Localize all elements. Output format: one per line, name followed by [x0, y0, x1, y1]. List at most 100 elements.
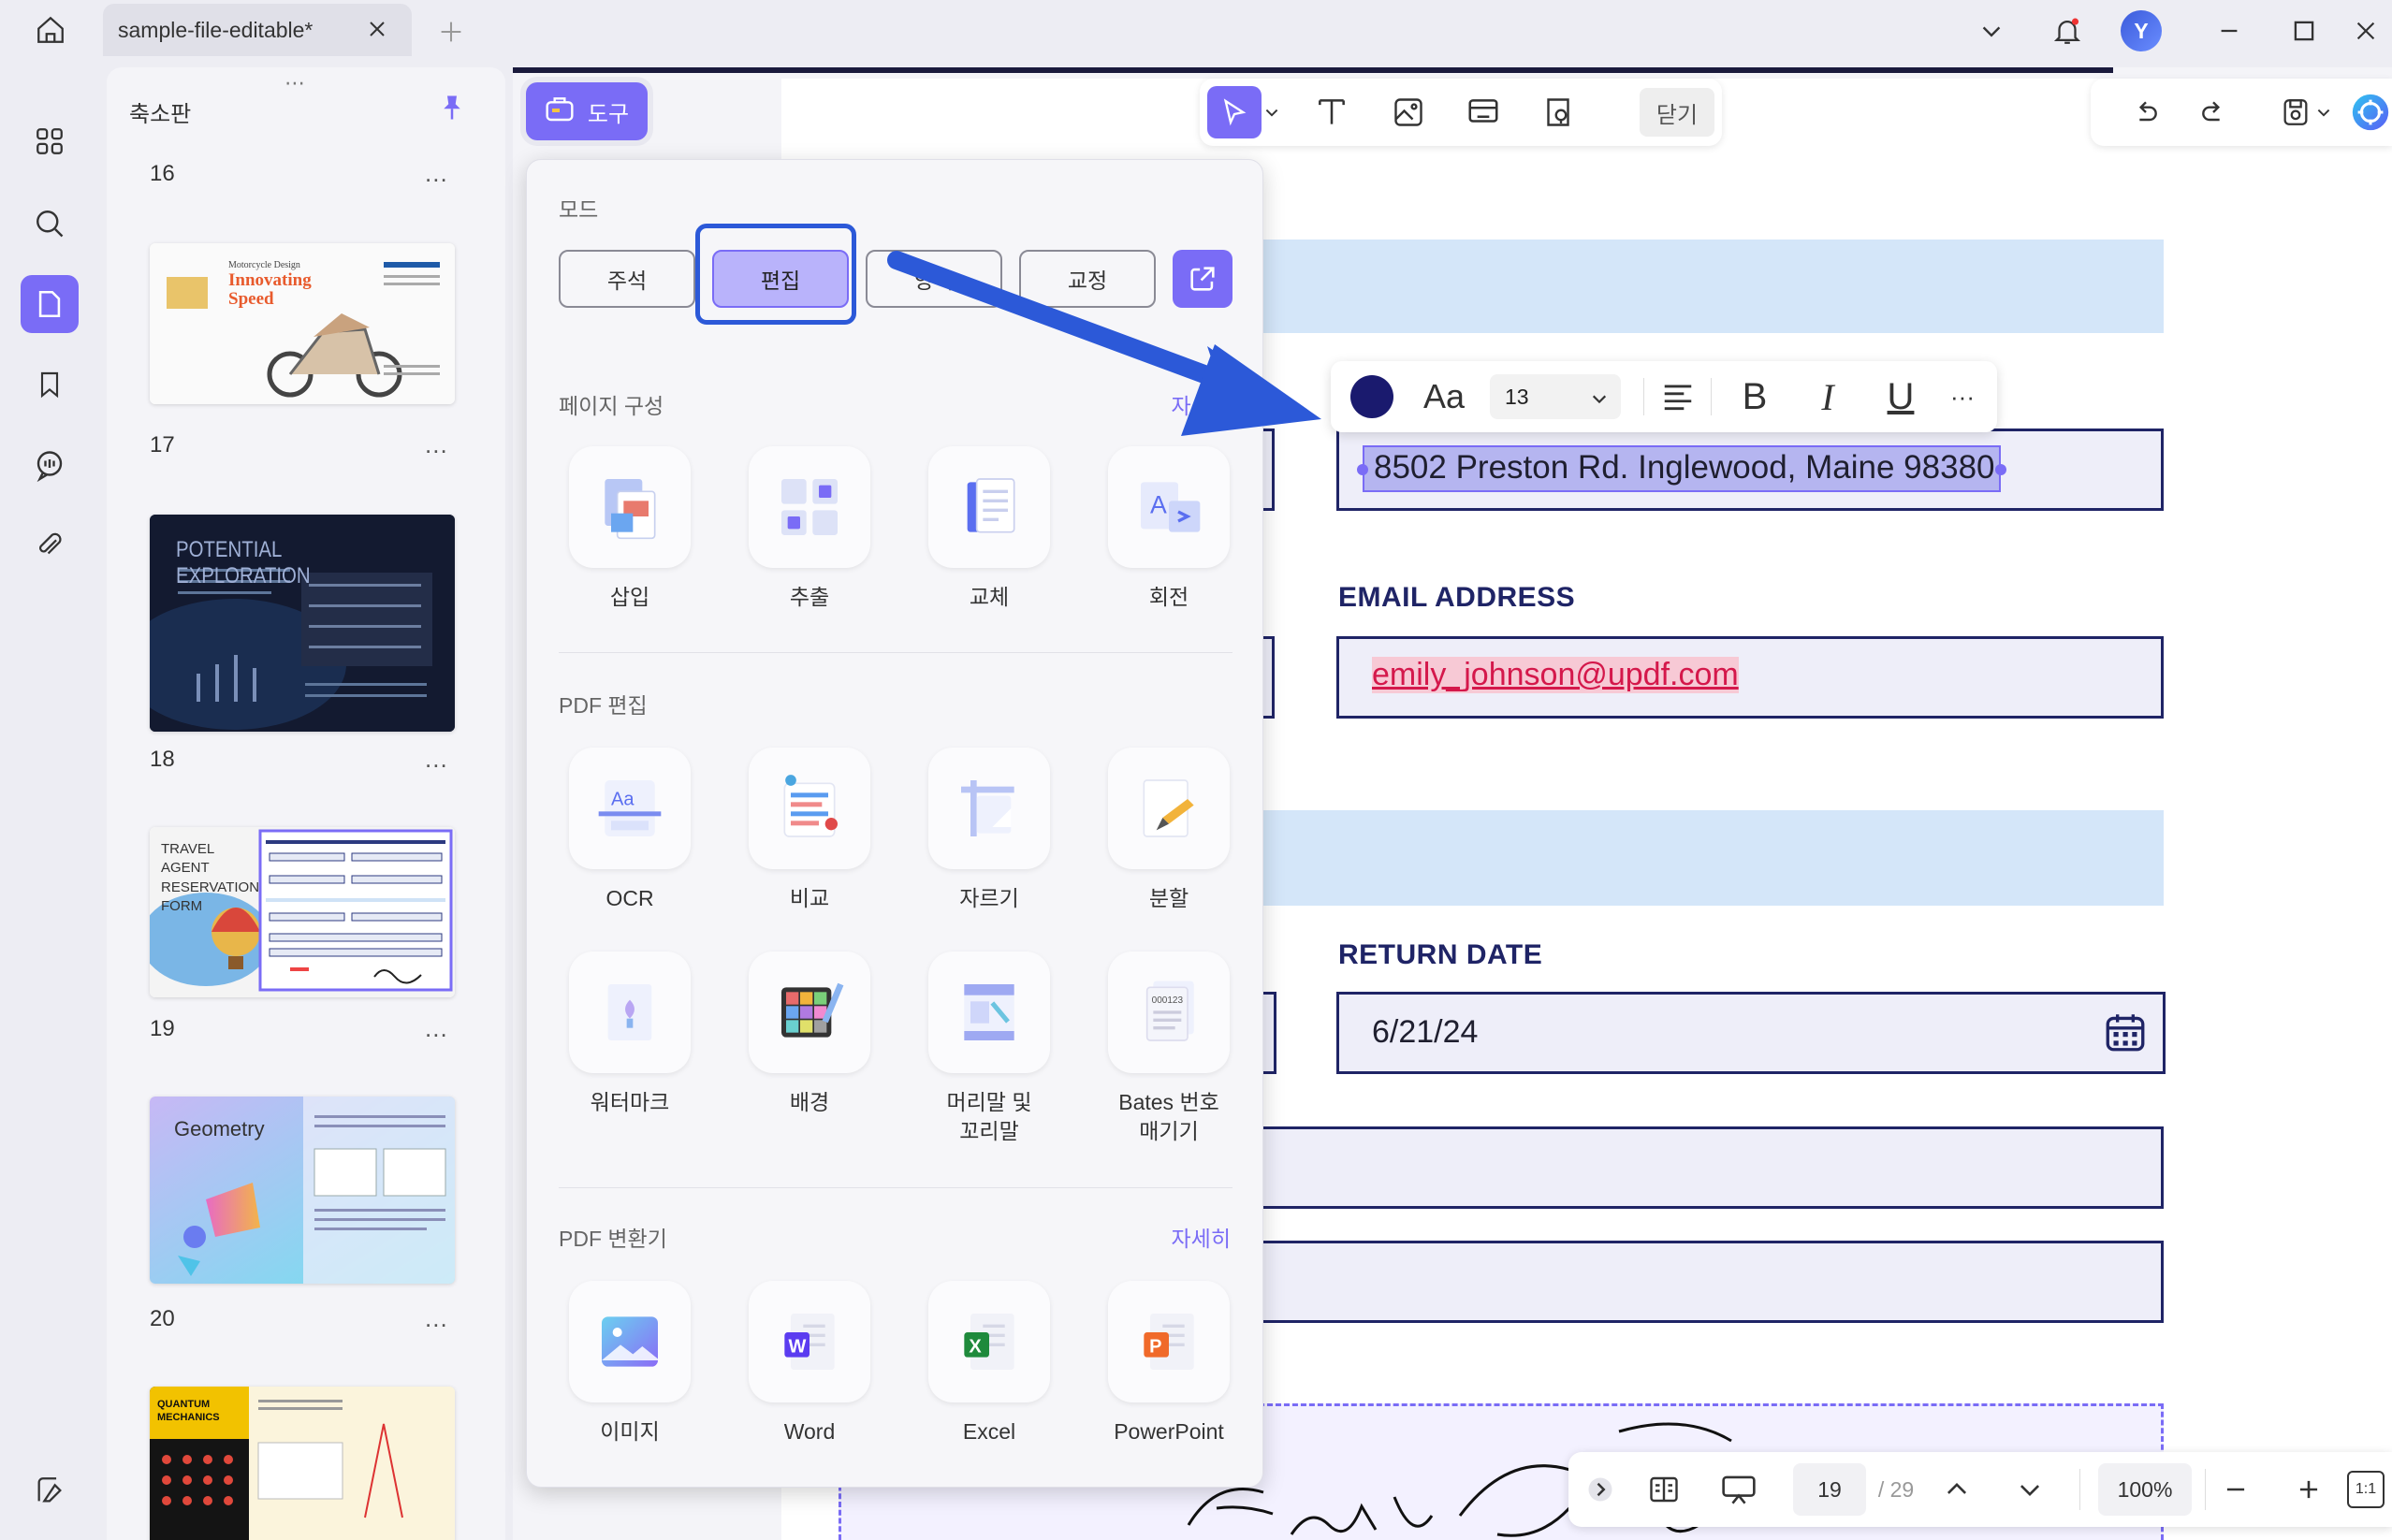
tool-label: 이미지: [600, 1419, 660, 1444]
redo-icon[interactable]: [2186, 86, 2240, 138]
undo-icon[interactable]: [2119, 86, 2173, 138]
chevron-down-icon: [1591, 387, 1608, 413]
thumb-heading: POTENTIAL EXPLORATION: [176, 537, 311, 588]
mode-proofread-button[interactable]: 교정: [1019, 250, 1156, 308]
tool-label: Word: [783, 1419, 836, 1444]
email-value[interactable]: emily_johnson@updf.com: [1372, 657, 1739, 693]
maximize-icon[interactable]: [2285, 7, 2323, 54]
chevron-down-icon[interactable]: [1260, 86, 1284, 138]
italic-button[interactable]: I: [1795, 370, 1860, 423]
attachment-icon[interactable]: [21, 516, 79, 574]
comment-icon[interactable]: [21, 436, 79, 494]
calendar-icon[interactable]: [2102, 1009, 2149, 1060]
actual-size-button[interactable]: 1:1: [2347, 1471, 2385, 1508]
font-color-swatch[interactable]: [1346, 370, 1398, 423]
page-thumbnail-19[interactable]: TRAVEL AGENT RESERVATION FORM: [150, 827, 455, 997]
page-thumbnail-20[interactable]: Geometry: [150, 1097, 455, 1284]
presentation-icon[interactable]: [1711, 1463, 1767, 1516]
chevron-down-icon[interactable]: [2312, 86, 2336, 138]
page-thumbnail-21[interactable]: QUANTUM MECHANICS: [150, 1387, 455, 1540]
apps-grid-icon[interactable]: [21, 112, 79, 170]
tool-ocr[interactable]: Aa OCR: [551, 748, 708, 913]
add-image-icon[interactable]: [1381, 86, 1436, 138]
open-external-icon[interactable]: [1173, 250, 1232, 308]
tool-header-footer[interactable]: 머리말 및 꼬리말: [911, 952, 1068, 1146]
thumbnails-icon[interactable]: [21, 275, 79, 333]
close-tab-icon[interactable]: [363, 15, 391, 43]
page-layout-icon[interactable]: [1638, 1463, 1690, 1516]
close-window-icon[interactable]: [2347, 7, 2385, 54]
selection-handle[interactable]: [1995, 464, 2006, 475]
next-page-icon[interactable]: [2006, 1463, 2053, 1516]
previous-page-icon[interactable]: [1933, 1463, 1980, 1516]
chevron-down-icon[interactable]: [1973, 7, 2010, 54]
tools-button[interactable]: 도구: [526, 82, 648, 140]
document-tab[interactable]: sample-file-editable*: [103, 4, 412, 56]
tool-convert-word[interactable]: W Word: [731, 1281, 888, 1446]
minimize-icon[interactable]: [2210, 7, 2248, 54]
page-thumbnail-18[interactable]: POTENTIAL EXPLORATION: [150, 515, 455, 732]
close-edit-button[interactable]: 닫기: [1640, 88, 1714, 137]
tool-crop[interactable]: 자르기: [911, 748, 1068, 913]
converter-more-link[interactable]: 자세히: [1172, 1221, 1231, 1253]
selection-handle[interactable]: [1357, 464, 1368, 475]
tool-compare[interactable]: 비교: [731, 748, 888, 913]
page-more-icon[interactable]: ...: [425, 1304, 448, 1333]
tool-bates-numbering[interactable]: 000123 Bates 번호 매기기: [1090, 952, 1247, 1146]
address-value[interactable]: 8502 Preston Rd. Inglewood, Maine 98380: [1374, 449, 1995, 487]
form-field[interactable]: [1245, 1241, 2164, 1323]
bold-button[interactable]: B: [1722, 370, 1787, 423]
tool-rotate[interactable]: A 회전: [1090, 446, 1247, 612]
tool-convert-excel[interactable]: X Excel: [911, 1281, 1068, 1446]
page-section-more-link[interactable]: 자세히: [1172, 388, 1231, 420]
tool-split[interactable]: 분할: [1090, 748, 1247, 913]
highlight-box: [695, 224, 856, 325]
page-more-icon[interactable]: ...: [425, 159, 448, 188]
watermark-icon[interactable]: [1531, 86, 1585, 138]
tool-replace[interactable]: 교체: [911, 446, 1068, 612]
tool-label: 분할: [1148, 886, 1189, 910]
add-tab-icon[interactable]: [432, 13, 470, 51]
resize-grip[interactable]: ⋯: [284, 71, 307, 95]
font-size-select[interactable]: 13: [1490, 374, 1621, 419]
page-more-icon[interactable]: ...: [425, 430, 448, 459]
collapse-arrow-icon[interactable]: [1582, 1463, 1619, 1516]
zoom-in-icon[interactable]: [2285, 1463, 2332, 1516]
tool-convert-image[interactable]: 이미지: [551, 1281, 708, 1446]
pin-icon[interactable]: [438, 92, 466, 128]
home-icon[interactable]: [26, 11, 75, 49]
current-page-input[interactable]: 19: [1793, 1463, 1866, 1516]
tool-extract[interactable]: 추출: [731, 446, 888, 612]
mode-annotate-button[interactable]: 주석: [559, 250, 695, 308]
page-more-icon[interactable]: ...: [425, 1014, 448, 1043]
tool-label: Excel: [962, 1419, 1016, 1444]
edit-toolbar: 닫기: [1200, 79, 1722, 146]
ai-assistant-icon[interactable]: [2343, 86, 2392, 138]
add-text-icon[interactable]: [1305, 86, 1359, 138]
zoom-out-icon[interactable]: [2212, 1463, 2259, 1516]
zoom-level[interactable]: 100%: [2098, 1463, 2192, 1516]
add-link-icon[interactable]: [1456, 86, 1510, 138]
tool-insert[interactable]: 삽입: [551, 446, 708, 612]
tool-convert-powerpoint[interactable]: P PowerPoint: [1090, 1281, 1247, 1446]
more-options-button[interactable]: ···: [1939, 370, 1986, 423]
align-left-icon[interactable]: [1645, 370, 1711, 423]
user-avatar[interactable]: Y: [2119, 7, 2164, 54]
page-more-icon[interactable]: ...: [425, 745, 448, 774]
bookmark-icon[interactable]: [21, 356, 79, 414]
replace-pages-icon: [928, 446, 1050, 568]
search-icon[interactable]: [21, 195, 79, 253]
underline-button[interactable]: U: [1868, 370, 1933, 423]
sidebar-toggle-icon[interactable]: [21, 1461, 79, 1519]
tool-background[interactable]: 배경: [731, 952, 888, 1117]
form-field[interactable]: [1245, 1126, 2164, 1209]
mode-form-button[interactable]: 양식: [866, 250, 1002, 308]
select-cursor-icon[interactable]: [1207, 86, 1262, 138]
tool-watermark[interactable]: 워터마크: [551, 952, 708, 1117]
page-number: 19: [150, 1016, 175, 1041]
page-thumbnail-17[interactable]: Motorcycle Design Innovating Speed: [150, 243, 455, 404]
powerpoint-file-icon: P: [1108, 1281, 1230, 1402]
font-family-button[interactable]: Aa: [1411, 370, 1477, 423]
notification-bell-icon[interactable]: [2046, 7, 2089, 54]
return-date-value[interactable]: 6/21/24: [1372, 1014, 1478, 1051]
